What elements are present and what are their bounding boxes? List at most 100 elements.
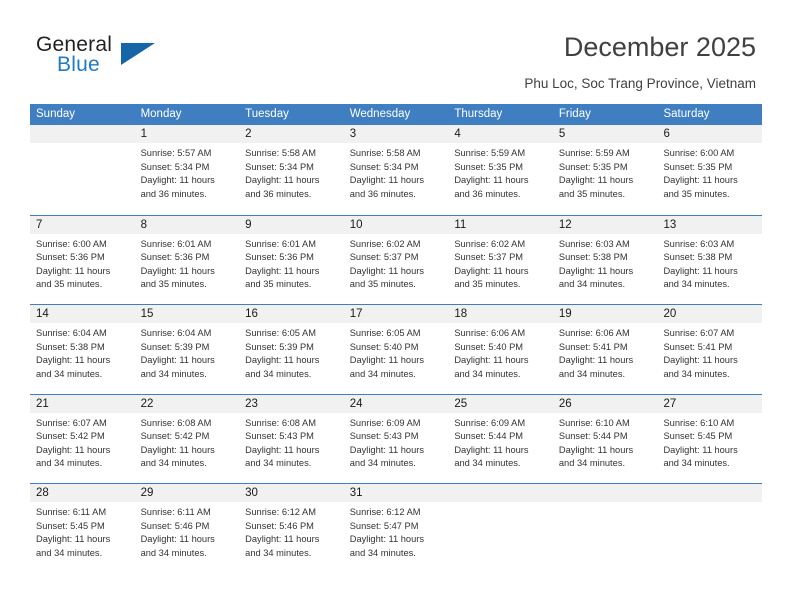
daylight-text-line2: and 34 minutes. <box>140 458 207 469</box>
day-details: Sunrise: 6:06 AM Sunset: 5:40 PM Daylight:… <box>448 323 553 381</box>
day-number-band: 20 <box>657 305 763 323</box>
calendar-day-cell[interactable]: 10 Sunrise: 6:02 AM Sunset: 5:37 PM Dayligh… <box>343 215 449 305</box>
sunrise-text: Sunrise: 6:01 AM <box>140 238 212 249</box>
calendar-day-cell[interactable]: 24 Sunrise: 6:09 AM Sunset: 5:43 PM Dayligh… <box>343 394 449 484</box>
sunset-text: Sunset: 5:46 PM <box>140 520 210 531</box>
calendar-day-cell[interactable]: 7 Sunrise: 6:00 AM Sunset: 5:36 PM Daylight… <box>30 215 135 305</box>
sunset-text: Sunset: 5:45 PM <box>663 431 733 442</box>
calendar-day-cell-empty <box>448 484 553 573</box>
daylight-text-line1: Daylight: 11 hours <box>558 175 634 186</box>
calendar-day-cell[interactable]: 20 Sunrise: 6:07 AM Sunset: 5:41 PM Dayligh… <box>657 305 763 394</box>
day-details: Sunrise: 6:07 AM Sunset: 5:42 PM Daylight:… <box>30 413 135 471</box>
day-details: Sunrise: 5:58 AM Sunset: 5:34 PM Daylight:… <box>239 143 344 201</box>
day-number-band: 17 <box>343 305 449 323</box>
day-details: Sunrise: 5:57 AM Sunset: 5:34 PM Daylight:… <box>135 143 240 201</box>
calendar-day-cell[interactable]: 26 Sunrise: 6:10 AM Sunset: 5:44 PM Dayligh… <box>552 394 658 484</box>
calendar-day-cell[interactable]: 22 Sunrise: 6:08 AM Sunset: 5:42 PM Dayligh… <box>134 394 240 484</box>
day-number-band <box>657 484 763 502</box>
sunrise-text: Sunrise: 6:01 AM <box>245 238 316 249</box>
daylight-text-line2: and 34 minutes. <box>349 458 416 469</box>
day-number: 23 <box>245 397 258 410</box>
sunrise-text: Sunrise: 6:11 AM <box>36 507 107 517</box>
day-number: 25 <box>454 397 468 410</box>
logo-text-blue: Blue <box>57 53 100 76</box>
day-details: Sunrise: 6:03 AM Sunset: 5:38 PM Daylight:… <box>657 234 762 292</box>
day-details: Sunrise: 6:08 AM Sunset: 5:42 PM Daylight:… <box>135 413 240 471</box>
calendar-grid: Sunday Monday Tuesday Wednesday Thursday Frid… <box>30 104 763 573</box>
calendar-day-cell[interactable]: 18 Sunrise: 6:06 AM Sunset: 5:40 PM Dayligh… <box>448 305 553 394</box>
day-details: Sunrise: 6:07 AM Sunset: 5:41 PM Daylight:… <box>657 323 762 381</box>
sunrise-text: Sunrise: 6:12 AM <box>349 507 421 517</box>
day-number: 31 <box>349 487 363 499</box>
calendar-day-cell[interactable]: 12 Sunrise: 6:03 AM Sunset: 5:38 PM Dayligh… <box>552 215 658 305</box>
day-details: Sunrise: 6:11 AM Sunset: 5:46 PM Daylight:… <box>135 502 240 560</box>
day-number: 20 <box>663 308 677 320</box>
daylight-text-line2: and 34 minutes. <box>245 368 312 379</box>
calendar-day-cell[interactable]: 13 Sunrise: 6:03 AM Sunset: 5:38 PM Dayligh… <box>657 215 763 305</box>
sunrise-text: Sunrise: 6:03 AM <box>558 238 630 249</box>
day-details: Sunrise: 6:05 AM Sunset: 5:40 PM Daylight:… <box>344 323 449 381</box>
calendar-day-cell[interactable]: 11 Sunrise: 6:02 AM Sunset: 5:37 PM Dayligh… <box>448 215 553 305</box>
calendar-day-cell[interactable]: 4 Sunrise: 5:59 AM Sunset: 5:35 PM Daylight… <box>448 125 553 215</box>
calendar-day-cell[interactable]: 1 Sunrise: 5:57 AM Sunset: 5:34 PM Daylight… <box>134 125 240 215</box>
calendar-day-cell[interactable]: 15 Sunrise: 6:04 AM Sunset: 5:39 PM Dayligh… <box>134 305 240 394</box>
daylight-text-line2: and 34 minutes. <box>454 368 521 379</box>
daylight-text-line2: and 34 minutes. <box>454 458 521 469</box>
day-details: Sunrise: 6:00 AM Sunset: 5:36 PM Daylight:… <box>30 234 135 292</box>
daylight-text-line1: Daylight: 11 hours <box>36 265 111 276</box>
sunrise-text: Sunrise: 6:07 AM <box>663 328 735 338</box>
calendar-day-cell[interactable]: 3 Sunrise: 5:58 AM Sunset: 5:34 PM Daylight… <box>343 125 449 215</box>
calendar-weeks: 1 Sunrise: 5:57 AM Sunset: 5:34 PM Daylight… <box>30 125 763 573</box>
day-number-band: 25 <box>448 394 553 413</box>
calendar-day-cell[interactable]: 27 Sunrise: 6:10 AM Sunset: 5:45 PM Dayligh… <box>657 394 763 484</box>
sunrise-text: Sunrise: 6:11 AM <box>140 507 211 517</box>
daylight-text-line1: Daylight: 11 hours <box>140 175 215 186</box>
daylight-text-line2: and 34 minutes. <box>349 368 416 379</box>
calendar-day-cell[interactable]: 8 Sunrise: 6:01 AM Sunset: 5:36 PM Daylight… <box>134 215 240 305</box>
calendar-day-cell[interactable]: 30 Sunrise: 6:12 AM Sunset: 5:46 PM Dayligh… <box>239 484 344 573</box>
weekday-header-saturday: Saturday <box>663 108 710 120</box>
daylight-text-line2: and 34 minutes. <box>558 279 626 290</box>
calendar-day-cell[interactable]: 25 Sunrise: 6:09 AM Sunset: 5:44 PM Dayligh… <box>448 394 553 484</box>
calendar-day-cell[interactable]: 17 Sunrise: 6:05 AM Sunset: 5:40 PM Dayligh… <box>343 305 449 394</box>
calendar-day-cell[interactable]: 23 Sunrise: 6:08 AM Sunset: 5:43 PM Dayligh… <box>239 394 344 484</box>
calendar-day-cell[interactable]: 14 Sunrise: 6:04 AM Sunset: 5:38 PM Dayligh… <box>30 305 135 394</box>
sunset-text: Sunset: 5:43 PM <box>245 431 314 442</box>
calendar-day-cell[interactable]: 31 Sunrise: 6:12 AM Sunset: 5:47 PM Dayligh… <box>343 484 449 573</box>
sunset-text: Sunset: 5:47 PM <box>349 520 419 531</box>
sunset-text: Sunset: 5:37 PM <box>454 252 524 263</box>
calendar-day-cell[interactable]: 21 Sunrise: 6:07 AM Sunset: 5:42 PM Dayligh… <box>30 394 135 484</box>
calendar-day-cell[interactable]: 16 Sunrise: 6:05 AM Sunset: 5:39 PM Dayligh… <box>239 305 344 394</box>
day-number-band <box>552 484 658 502</box>
day-details: Sunrise: 5:58 AM Sunset: 5:34 PM Daylight:… <box>344 143 449 201</box>
sunset-text: Sunset: 5:39 PM <box>245 341 314 352</box>
day-number-band: 7 <box>30 215 135 234</box>
daylight-text-line1: Daylight: 11 hours <box>454 265 529 276</box>
sunset-text: Sunset: 5:46 PM <box>245 520 314 531</box>
general-blue-logo[interactable]: General Blue <box>36 33 166 81</box>
day-details: Sunrise: 6:12 AM Sunset: 5:46 PM Daylight:… <box>239 502 344 560</box>
daylight-text-line2: and 34 minutes. <box>140 547 207 558</box>
calendar-day-cell[interactable]: 19 Sunrise: 6:06 AM Sunset: 5:41 PM Dayligh… <box>552 305 658 394</box>
daylight-text-line2: and 36 minutes. <box>140 188 207 199</box>
sunset-text: Sunset: 5:36 PM <box>245 252 314 263</box>
daylight-text-line1: Daylight: 11 hours <box>36 534 111 545</box>
sunrise-text: Sunrise: 6:10 AM <box>663 417 735 428</box>
day-number: 30 <box>245 487 258 499</box>
sunset-text: Sunset: 5:39 PM <box>140 341 210 352</box>
day-number: 7 <box>36 218 43 231</box>
day-details: Sunrise: 6:10 AM Sunset: 5:45 PM Daylight:… <box>657 413 762 471</box>
calendar-day-cell[interactable]: 29 Sunrise: 6:11 AM Sunset: 5:46 PM Dayligh… <box>134 484 240 573</box>
day-number: 14 <box>36 308 49 320</box>
sunset-text: Sunset: 5:35 PM <box>663 161 733 172</box>
day-number: 2 <box>245 128 252 140</box>
calendar-day-cell[interactable]: 9 Sunrise: 6:01 AM Sunset: 5:36 PM Daylight… <box>239 215 344 305</box>
calendar-day-cell[interactable]: 28 Sunrise: 6:11 AM Sunset: 5:45 PM Dayligh… <box>30 484 135 573</box>
calendar-day-cell[interactable]: 5 Sunrise: 5:59 AM Sunset: 5:35 PM Daylight… <box>552 125 658 215</box>
day-number-band: 18 <box>448 305 553 323</box>
daylight-text-line1: Daylight: 11 hours <box>349 534 424 545</box>
day-details: Sunrise: 6:12 AM Sunset: 5:47 PM Daylight:… <box>344 502 449 560</box>
calendar-day-cell[interactable]: 2 Sunrise: 5:58 AM Sunset: 5:34 PM Daylight… <box>239 125 344 215</box>
day-details: Sunrise: 6:01 AM Sunset: 5:36 PM Daylight:… <box>239 234 344 292</box>
calendar-day-cell[interactable]: 6 Sunrise: 6:00 AM Sunset: 5:35 PM Daylight… <box>657 125 763 215</box>
